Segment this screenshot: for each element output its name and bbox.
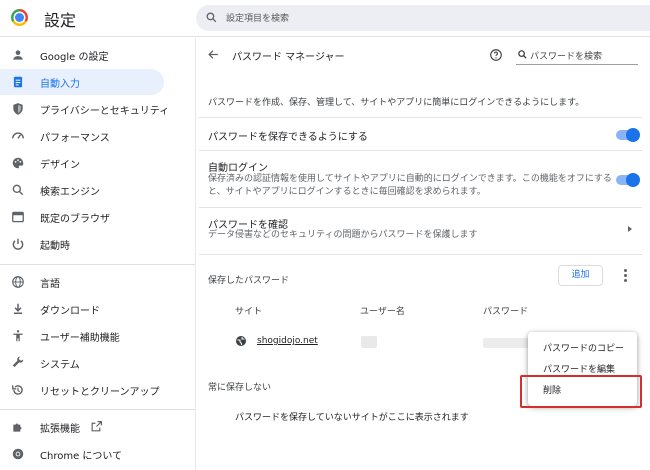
sidebar-item-label: 既定のブラウザ (40, 214, 110, 225)
chevron-right-icon (628, 226, 632, 232)
sidebar-item-label: システム (40, 360, 80, 371)
globe-icon (236, 336, 246, 346)
back-arrow-icon[interactable] (207, 48, 220, 61)
sidebar-item-label: 起動時 (40, 241, 70, 252)
sidebar-item-appearance[interactable]: デザイン (0, 150, 164, 176)
sidebar-item-downloads[interactable]: ダウンロード (0, 296, 164, 322)
search-icon (518, 50, 527, 59)
globe-icon (12, 276, 24, 288)
top-bar: 設定 設定項目を検索 (0, 0, 650, 37)
puzzle-icon (13, 423, 22, 432)
auto-signin-description-line2: と、サイトやアプリにログインするときに毎回確認を求められます。 (208, 187, 486, 197)
sidebar-item-on-startup[interactable]: 起動時 (0, 231, 164, 257)
sidebar-item-system[interactable]: システム (0, 350, 164, 376)
sidebar-item-accessibility[interactable]: ユーザー補助機能 (0, 323, 164, 349)
chrome-logo-icon (11, 9, 28, 26)
column-header-password: パスワード (483, 307, 529, 317)
row-divider (199, 117, 642, 118)
auto-signin-description-line1: 保存済みの認証情報を使用してサイトやアプリに自動的にログインできます。この機能を… (208, 174, 612, 184)
sidebar-item-label: 拡張機能 (40, 424, 80, 435)
sidebar-item-label: 自動入力 (40, 79, 80, 90)
check-passwords-description: データ侵害などのセキュリティの問題からパスワードを保護します (208, 230, 478, 240)
sidebar-item-reset[interactable]: リセットとクリーンアップ (0, 377, 164, 403)
sidebar-item-label: プライバシーとセキュリティ (40, 106, 170, 117)
row-divider (199, 254, 642, 255)
autofill-icon (13, 76, 23, 88)
download-icon (13, 303, 23, 315)
page-title: パスワード マネージャー (232, 52, 345, 63)
sidebar-item-extensions[interactable]: 拡張機能 (0, 414, 164, 440)
settings-search-placeholder: 設定項目を検索 (226, 14, 290, 24)
open-in-new-icon (91, 421, 102, 432)
column-header-username: ユーザー名 (360, 307, 405, 317)
column-header-site: サイト (235, 307, 263, 317)
sidebar-item-label: ダウンロード (40, 306, 100, 317)
wrench-icon (12, 356, 24, 368)
offer-save-toggle[interactable] (616, 128, 640, 142)
row-divider (199, 150, 642, 151)
palette-icon (12, 157, 24, 169)
chrome-icon (12, 448, 24, 460)
sidebar-divider (0, 264, 195, 265)
sidebar-item-label: リセットとクリーンアップ (40, 387, 160, 398)
sidebar-item-label: パフォーマンス (40, 133, 110, 144)
sidebar-item-languages[interactable]: 言語 (0, 269, 164, 295)
site-link[interactable]: shogidojo.net (257, 336, 318, 346)
more-vert-icon[interactable] (618, 267, 632, 283)
speedometer-icon (12, 132, 24, 139)
sidebar-item-label: Chrome について (40, 451, 123, 462)
sidebar-divider (0, 409, 195, 410)
sidebar-item-label: 検索エンジン (40, 187, 100, 198)
row-divider (199, 207, 642, 208)
menu-item-edit-password[interactable]: パスワードを編集 (543, 362, 615, 375)
app-title: 設定 (44, 11, 77, 30)
page-description: パスワードを作成、保存、管理して、サイトやアプリに簡単にログインできるようにしま… (208, 98, 585, 108)
sidebar-item-label: デザイン (40, 160, 80, 171)
help-icon[interactable] (489, 48, 503, 62)
sidebar-item-performance[interactable]: パフォーマンス (0, 123, 164, 149)
sidebar-item-privacy[interactable]: プライバシーとセキュリティ (0, 96, 169, 122)
redacted-password (483, 338, 529, 348)
search-icon (12, 184, 24, 196)
menu-item-copy-password[interactable]: パスワードのコピー (543, 341, 624, 354)
shield-icon (13, 103, 23, 115)
reset-icon (12, 385, 23, 395)
sidebar-item-label: ユーザー補助機能 (40, 333, 120, 344)
sidebar: Google の設定 自動入力 プライバシーとセキュリティ パフォーマンス デザ… (0, 38, 195, 470)
sidebar-item-default-browser[interactable]: 既定のブラウザ (0, 204, 164, 230)
password-search-placeholder: パスワードを検索 (530, 52, 603, 62)
search-icon (206, 12, 217, 23)
person-icon (13, 50, 23, 60)
sidebar-item-label: Google の設定 (40, 52, 109, 63)
never-saved-empty-text: パスワードを保存していないサイトがここに表示されます (235, 413, 469, 423)
saved-passwords-heading: 保存したパスワード (208, 276, 290, 286)
sidebar-item-about-chrome[interactable]: Chrome について (0, 441, 164, 467)
redacted-username (361, 336, 377, 348)
auto-signin-label: 自動ログイン (208, 163, 268, 174)
offer-save-label: パスワードを保存できるようにする (208, 132, 368, 143)
sidebar-item-search-engine[interactable]: 検索エンジン (0, 177, 164, 203)
add-password-button[interactable]: 追加 (558, 265, 603, 286)
browser-icon (12, 211, 24, 223)
accessibility-icon (13, 330, 23, 342)
password-search-input[interactable]: パスワードを検索 (516, 46, 638, 65)
content-divider (195, 38, 196, 470)
sidebar-item-label: 言語 (40, 279, 60, 290)
delete-highlight-box (520, 375, 642, 408)
never-saved-heading: 常に保存しない (208, 383, 272, 393)
sidebar-item-google[interactable]: Google の設定 (0, 42, 164, 68)
sidebar-item-autofill[interactable]: 自動入力 (0, 69, 164, 95)
power-icon (12, 238, 24, 250)
settings-search-input[interactable]: 設定項目を検索 (196, 5, 650, 31)
auto-signin-toggle[interactable] (616, 173, 640, 187)
